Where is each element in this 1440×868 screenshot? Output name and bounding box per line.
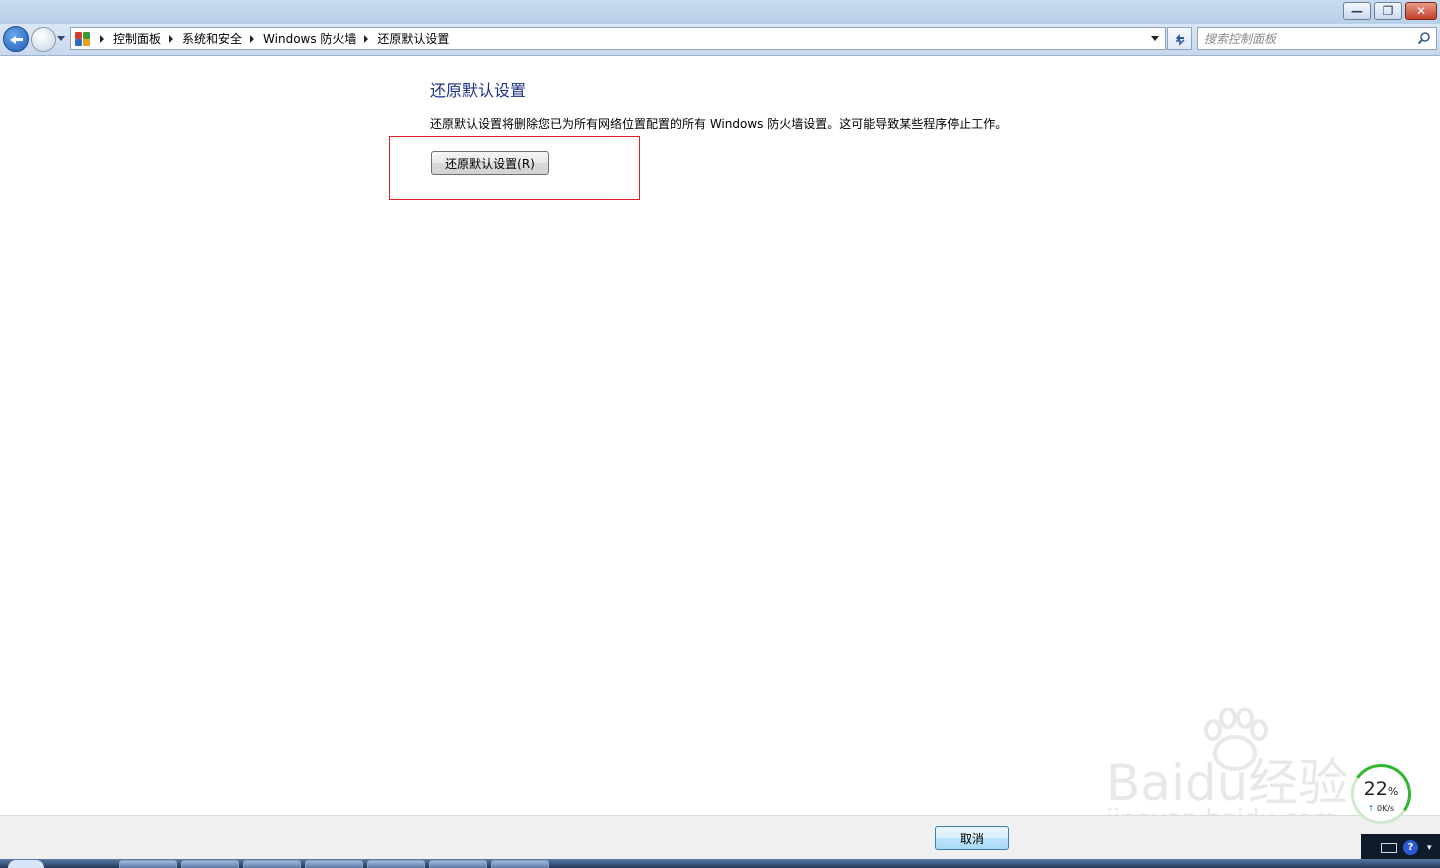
- taskbar-item[interactable]: [305, 860, 363, 868]
- close-button[interactable]: ✕: [1405, 2, 1437, 20]
- control-panel-icon: [74, 31, 92, 47]
- breadcrumb-arrow-icon[interactable]: [100, 34, 104, 43]
- breadcrumb-windows-firewall[interactable]: Windows 防火墙: [263, 30, 356, 47]
- navigation-bar: 控制面板 系统和安全 Windows 防火墙 还原默认设置: [0, 24, 1440, 56]
- cancel-button[interactable]: 取消: [935, 826, 1009, 850]
- taskbar-item[interactable]: [367, 860, 425, 868]
- taskbar-item[interactable]: [243, 860, 301, 868]
- minimize-icon: —: [1351, 4, 1363, 18]
- breadcrumb-restore-defaults[interactable]: 还原默认设置: [377, 30, 449, 47]
- taskbar: [0, 859, 1440, 868]
- refresh-button[interactable]: [1167, 27, 1192, 50]
- taskbar-item[interactable]: [181, 860, 239, 868]
- taskbar-item[interactable]: [119, 860, 177, 868]
- breadcrumb-arrow-icon[interactable]: [364, 34, 369, 43]
- restore-window-button[interactable]: ❐: [1374, 2, 1402, 20]
- restore-window-icon: ❐: [1382, 4, 1394, 18]
- breadcrumb-arrow-icon[interactable]: [250, 34, 255, 43]
- help-icon[interactable]: ?: [1403, 840, 1418, 855]
- window-title-bar: — ❐ ✕: [0, 0, 1440, 24]
- breadcrumb-system-security[interactable]: 系统和安全: [182, 30, 242, 47]
- page-description: 还原默认设置将删除您已为所有网络位置配置的所有 Windows 防火墙设置。这可…: [430, 117, 1008, 131]
- breadcrumb-arrow-icon[interactable]: [169, 34, 174, 43]
- usage-percent: 22%: [1363, 778, 1399, 800]
- refresh-icon: [1175, 33, 1185, 46]
- search-icon[interactable]: [1417, 31, 1431, 45]
- dialog-footer: 取消: [0, 815, 1440, 859]
- tray-overflow-icon[interactable]: ▾: [1427, 843, 1432, 853]
- network-speed-widget[interactable]: 22% ↑ 0K/s: [1346, 759, 1416, 829]
- recent-pages-dropdown-icon[interactable]: [57, 36, 65, 41]
- minimize-button[interactable]: —: [1343, 2, 1371, 20]
- taskbar-item[interactable]: [491, 860, 549, 868]
- taskbar-item[interactable]: [429, 860, 487, 868]
- close-icon: ✕: [1415, 4, 1427, 18]
- forward-button[interactable]: [31, 27, 56, 52]
- page-title: 还原默认设置: [430, 81, 527, 100]
- address-dropdown-icon[interactable]: [1151, 36, 1159, 41]
- search-input[interactable]: [1204, 30, 1412, 47]
- start-button[interactable]: [8, 860, 44, 868]
- back-button[interactable]: [3, 26, 29, 52]
- keyboard-icon[interactable]: [1381, 843, 1397, 853]
- address-bar[interactable]: 控制面板 系统和安全 Windows 防火墙 还原默认设置: [70, 27, 1166, 50]
- restore-defaults-button[interactable]: 还原默认设置(R): [431, 151, 549, 175]
- breadcrumb-control-panel[interactable]: 控制面板: [113, 30, 161, 47]
- search-box[interactable]: [1197, 27, 1437, 50]
- upload-arrow-icon: ↑: [1367, 804, 1375, 813]
- upload-speed: ↑ 0K/s: [1367, 804, 1395, 813]
